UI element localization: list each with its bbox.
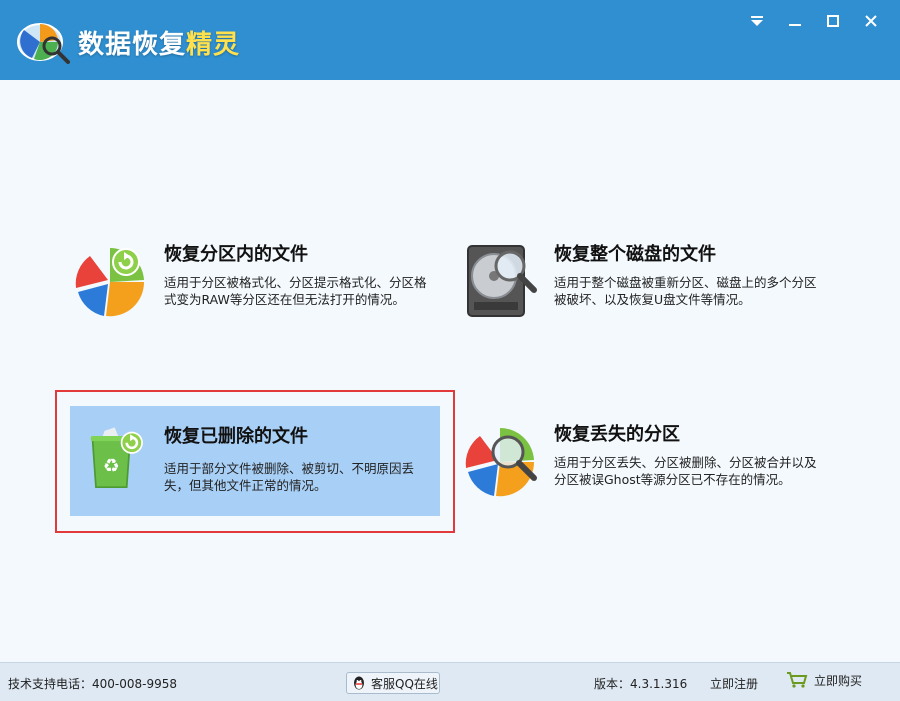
option-recover-disk-files[interactable]: 恢复整个磁盘的文件 适用于整个磁盘被重新分区、磁盘上的多个分区被破坏、以及恢复U… (460, 240, 830, 350)
pie-chart-search-icon (465, 427, 537, 497)
status-bar: 技术支持电话：400-008-9958 客服QQ在线 版本：4.3.1.316 … (0, 662, 900, 701)
option-title: 恢复丢失的分区 (554, 424, 680, 445)
menu-icon (751, 16, 763, 26)
app-logo-icon (17, 23, 70, 64)
close-icon (865, 15, 877, 27)
option-recover-deleted-files[interactable]: ♻ 恢复已删除的文件 适用于部分文件被删除、被剪切、不明原因丢失，但其他文件正常… (70, 406, 440, 516)
option-description: 适用于整个磁盘被重新分区、磁盘上的多个分区被破坏、以及恢复U盘文件等情况。 (554, 275, 817, 307)
support-phone: 技术支持电话：400-008-9958 (8, 677, 178, 691)
qq-support-button[interactable]: 客服QQ在线 (346, 672, 440, 694)
main-panel: 恢复分区内的文件 适用于分区被格式化、分区提示格式化、分区格式变为RAW等分区还… (0, 80, 900, 662)
minimize-icon (789, 24, 801, 26)
maximize-icon (827, 15, 839, 27)
option-description: 适用于部分文件被删除、被剪切、不明原因丢失，但其他文件正常的情况。 (164, 461, 415, 493)
hard-disk-search-icon (467, 245, 537, 317)
option-description: 适用于分区被格式化、分区提示格式化、分区格式变为RAW等分区还在但无法打开的情况… (164, 275, 427, 307)
maximize-button[interactable] (818, 8, 848, 34)
title-bar: 数据恢复精灵 (0, 0, 900, 80)
buy-label: 立即购买 (814, 673, 863, 688)
shopping-cart-icon (787, 672, 808, 688)
option-recover-lost-partition[interactable]: 恢复丢失的分区 适用于分区丢失、分区被删除、分区被合并以及分区被误Ghost等源… (460, 420, 830, 530)
register-link[interactable]: 立即注册 (710, 675, 758, 692)
svg-text:♻: ♻ (103, 456, 120, 477)
close-button[interactable] (856, 8, 886, 34)
option-title: 恢复分区内的文件 (164, 244, 308, 265)
option-title: 恢复已删除的文件 (164, 426, 308, 447)
app-title: 数据恢复精灵 (78, 30, 241, 60)
option-description: 适用于分区丢失、分区被删除、分区被合并以及分区被误Ghost等源分区已不存在的情… (554, 455, 817, 487)
option-recover-partition-files[interactable]: 恢复分区内的文件 适用于分区被格式化、分区提示格式化、分区格式变为RAW等分区还… (70, 240, 440, 350)
pie-chart-restore-icon (75, 247, 145, 317)
option-title: 恢复整个磁盘的文件 (554, 244, 716, 265)
minimize-button[interactable] (780, 8, 810, 34)
buy-button[interactable]: 立即购买 (786, 671, 862, 689)
recycle-bin-restore-icon: ♻ (90, 427, 143, 489)
qq-support-label: 客服QQ在线 (371, 676, 438, 691)
qq-penguin-icon (354, 676, 364, 690)
version-label: 版本：4.3.1.316 (594, 677, 688, 691)
menu-button[interactable] (742, 8, 772, 34)
